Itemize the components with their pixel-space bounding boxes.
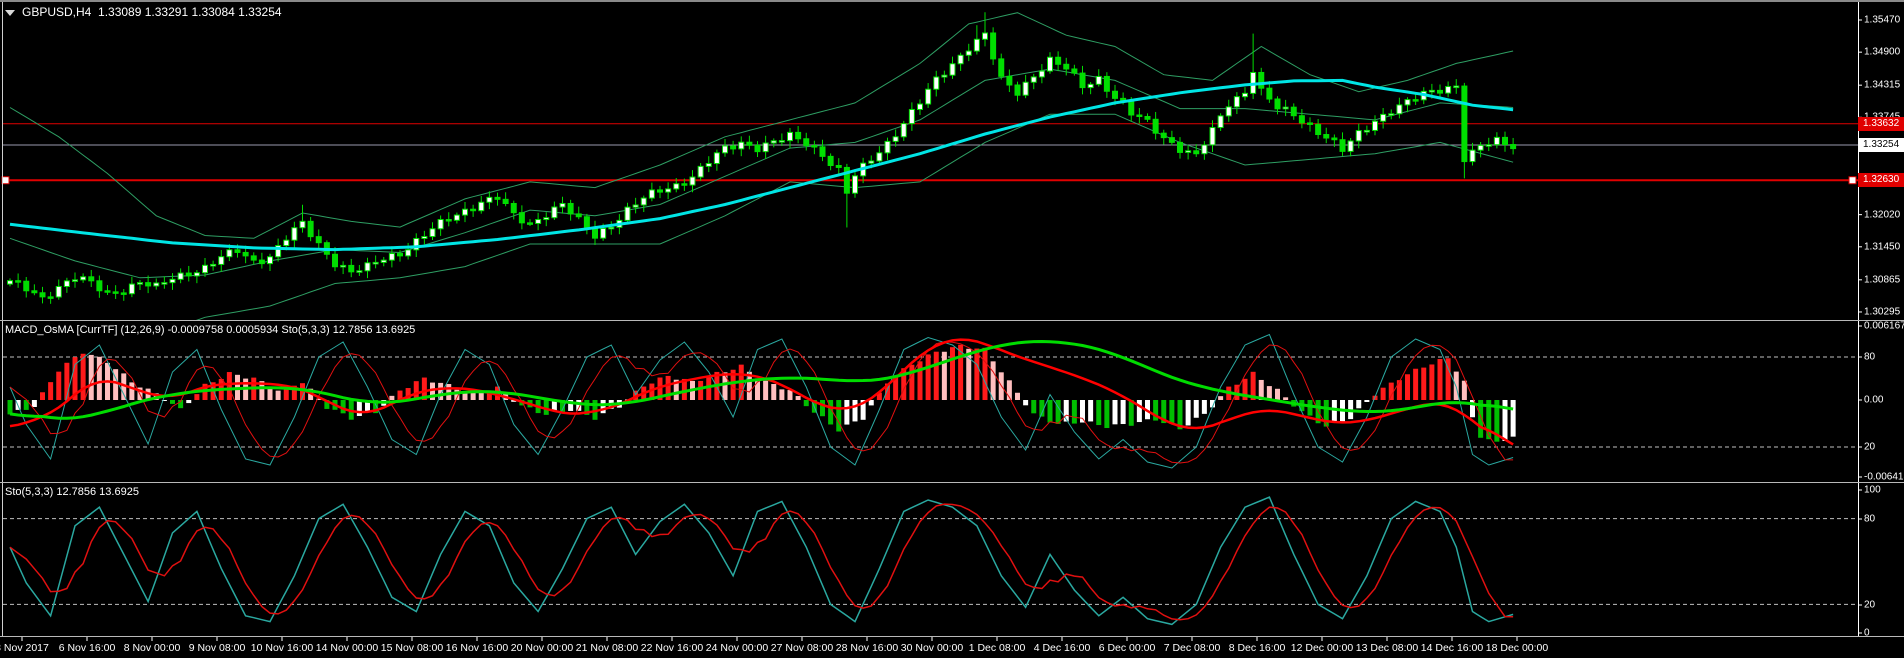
symbol-title: GBPUSD,H4 1.33089 1.33291 1.33084 1.3325… xyxy=(5,5,282,19)
time-tick-label: 27 Nov 08:00 xyxy=(770,642,834,654)
axis-tick-label: 20 xyxy=(1864,441,1876,453)
sto-d-line xyxy=(9,503,1514,621)
time-tick-label: 14 Dec 16:00 xyxy=(1420,642,1484,654)
time-axis[interactable]: 3 Nov 2017 6 Nov 16:00 8 Nov 00:00 9 Nov 08… xyxy=(0,640,1904,658)
candlestick-series xyxy=(7,12,1517,304)
time-tick-label: 28 Nov 16:00 xyxy=(835,642,899,654)
bollinger-lower-line xyxy=(195,113,1514,320)
time-tick-label: 8 Dec 16:00 xyxy=(1228,642,1286,654)
time-tick-label: 7 Dec 08:00 xyxy=(1163,642,1221,654)
axis-tick-label: 100 xyxy=(1864,484,1881,496)
time-tick-label: 24 Nov 00:00 xyxy=(705,642,769,654)
axis-tick-label: 0.00 xyxy=(1864,394,1884,406)
time-tick-label: 22 Nov 16:00 xyxy=(640,642,704,654)
axis-tick-label: 80 xyxy=(1864,513,1876,525)
time-tick-label: 9 Nov 08:00 xyxy=(188,642,246,654)
axis-tick-label: 20 xyxy=(1864,599,1876,611)
axis-tick-label: 1.32605 xyxy=(1864,176,1901,188)
axis-tick-label: 1.34900 xyxy=(1864,46,1901,58)
axis-tick-label: 0.006167 xyxy=(1864,320,1904,332)
macd-axis[interactable]: 0.006167 80 0.00 20 -0.006413 xyxy=(1858,320,1904,483)
axis-tick-label: 1.33175 xyxy=(1864,143,1901,155)
panel-separator-price-macd[interactable] xyxy=(0,320,1904,321)
price-axis[interactable]: 1.35470 1.34900 1.34315 1.33745 1.33175 1.326… xyxy=(1858,0,1904,320)
time-tick-label: 10 Nov 16:00 xyxy=(250,642,314,654)
sto-indicator-label: Sto(5,3,3) 12.7856 13.6925 xyxy=(5,486,139,498)
time-tick-label: 20 Nov 00:00 xyxy=(510,642,574,654)
axis-tick-label: 1.34315 xyxy=(1864,79,1901,91)
time-tick-label: 13 Dec 08:00 xyxy=(1355,642,1419,654)
hline-endpoint-handle[interactable] xyxy=(1,176,10,185)
symbol-timeframe-label: GBPUSD,H4 xyxy=(22,5,92,19)
time-tick-label: 16 Nov 16:00 xyxy=(445,642,509,654)
time-tick-label: 6 Nov 16:00 xyxy=(58,642,116,654)
window-top-border xyxy=(0,0,1904,2)
time-tick-label: 18 Dec 00:00 xyxy=(1485,642,1549,654)
sto-axis[interactable]: 100 80 20 0 xyxy=(1858,482,1904,639)
axis-tick-label: 1.35470 xyxy=(1864,14,1901,26)
hline-endpoint-handle[interactable] xyxy=(1848,176,1857,185)
chart-window: GBPUSD,H4 1.33089 1.33291 1.33084 1.3325… xyxy=(0,0,1904,658)
ohlc-values: 1.33089 1.33291 1.33084 1.33254 xyxy=(98,5,282,19)
bollinger-upper-line xyxy=(9,12,1514,239)
time-tick-label: 1 Dec 08:00 xyxy=(968,642,1026,654)
sto-panel-series xyxy=(3,518,1858,605)
axis-tick-label: 1.30295 xyxy=(1864,306,1901,318)
time-tick-label: 4 Dec 16:00 xyxy=(1033,642,1091,654)
time-tick-label: 6 Dec 00:00 xyxy=(1098,642,1156,654)
time-tick-label: 3 Nov 2017 xyxy=(0,642,49,654)
axis-tick-label: 1.33745 xyxy=(1864,111,1901,123)
panel-separator-macd-sto[interactable] xyxy=(0,482,1904,483)
osma-histogram xyxy=(7,344,1516,442)
time-tick-label: 12 Dec 00:00 xyxy=(1290,642,1354,654)
axis-tick-label: 1.31450 xyxy=(1864,241,1901,253)
symbol-dropdown-icon[interactable] xyxy=(5,9,15,16)
time-tick-label: 21 Nov 08:00 xyxy=(575,642,639,654)
time-tick-label: 14 Nov 00:00 xyxy=(315,642,379,654)
axis-tick-label: 0 xyxy=(1864,627,1870,639)
axis-tick-label: -0.006413 xyxy=(1864,471,1904,483)
axis-tick-label: 1.32020 xyxy=(1864,209,1901,221)
time-tick-label: 30 Nov 00:00 xyxy=(900,642,964,654)
price-panel-series xyxy=(1,12,1858,320)
ma-cyan-line xyxy=(9,78,1514,252)
time-tick-label: 8 Nov 00:00 xyxy=(123,642,181,654)
time-tick-label: 15 Nov 08:00 xyxy=(380,642,444,654)
axis-tick-label: 80 xyxy=(1864,351,1876,363)
panel-separator-sto-time xyxy=(0,636,1904,637)
macd-indicator-label: MACD_OsMA [CurrTF] (12,26,9) -0.0009758 … xyxy=(5,324,416,336)
axis-tick-label: 1.30865 xyxy=(1864,274,1901,286)
